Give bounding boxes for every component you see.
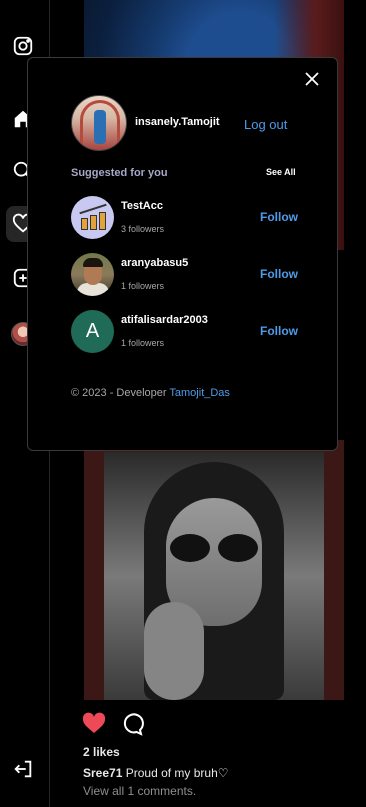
post-actions [82,712,144,741]
close-icon[interactable] [303,70,321,88]
likes-count: 2 likes [83,745,120,759]
suggestion-item: aranyabasu5 1 followers Follow [71,253,301,297]
current-username[interactable]: insanely.Tamojit [135,116,220,128]
caption-username[interactable]: Sree71 [83,766,122,780]
footer-prefix: © 2023 - Developer [71,387,170,399]
suggestions-modal: insanely.Tamojit Log out Suggested for y… [27,57,338,451]
suggestion-followers: 3 followers [121,224,165,234]
post-image[interactable] [84,440,344,700]
logout-button[interactable]: Log out [244,117,287,132]
developer-link[interactable]: Tamojit_Das [169,387,230,399]
instagram-icon[interactable] [10,33,36,59]
suggestion-item: TestAcc 3 followers Follow [71,196,301,240]
suggestion-username[interactable]: TestAcc [121,200,163,212]
like-icon[interactable] [82,712,106,741]
follow-button[interactable]: Follow [260,210,298,224]
follow-button[interactable]: Follow [260,267,298,281]
view-comments-link[interactable]: View all 1 comments. [83,784,196,798]
current-user-avatar[interactable] [71,95,127,151]
caption-text: Proud of my bruh♡ [125,766,229,780]
suggestion-followers: 1 followers [121,338,165,348]
post-photo [104,452,324,700]
see-all-link[interactable]: See All [266,167,296,177]
follow-button[interactable]: Follow [260,324,298,338]
suggestion-avatar[interactable] [71,196,114,239]
suggestion-avatar[interactable]: A [71,310,114,353]
suggestion-followers: 1 followers [121,281,165,291]
suggestion-avatar[interactable] [71,253,114,296]
footer-credit: © 2023 - Developer Tamojit_Das [71,387,230,399]
suggestion-username[interactable]: aranyabasu5 [121,257,188,269]
suggestions-heading: Suggested for you [71,167,168,179]
logout-icon[interactable] [10,756,36,782]
post-caption: Sree71 Proud of my bruh♡ [83,766,229,780]
current-user: insanely.Tamojit [71,95,220,151]
comment-icon[interactable] [120,712,144,741]
suggestion-item: A atifalisardar2003 1 followers Follow [71,310,301,354]
suggestion-username[interactable]: atifalisardar2003 [121,314,208,326]
